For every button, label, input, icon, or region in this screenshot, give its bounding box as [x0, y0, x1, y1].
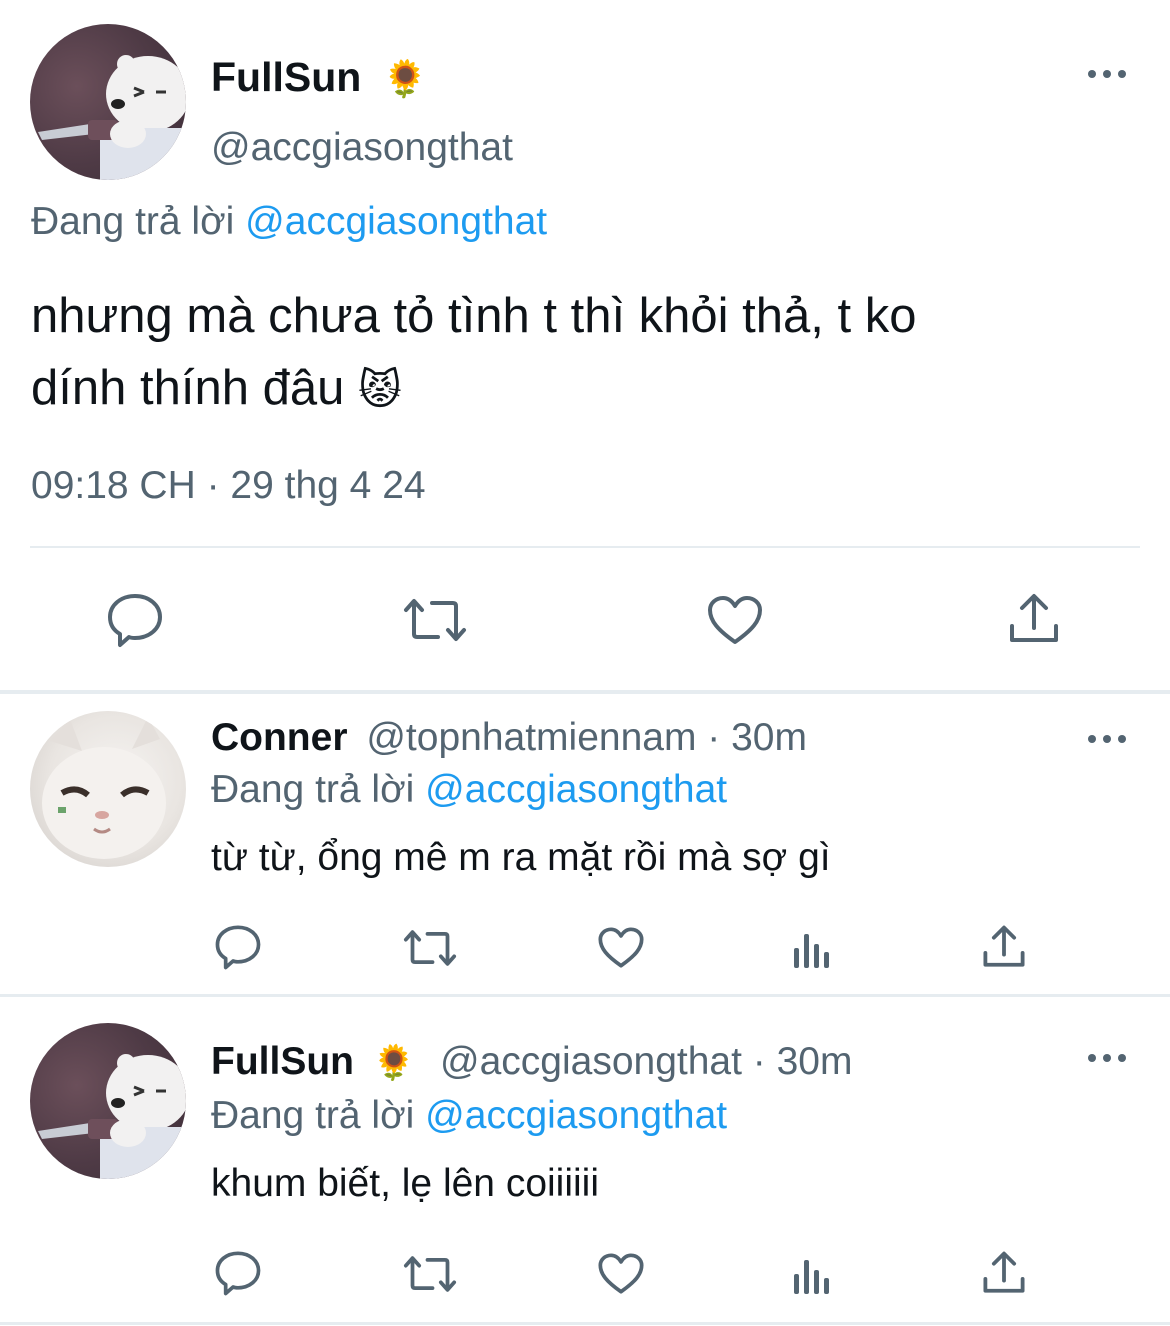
tweet-text: từ từ, ổng mê m ra mặt rồi mà sợ gì: [211, 836, 831, 879]
section-divider: [0, 690, 1170, 694]
handle-and-time[interactable]: @topnhatmiennam · 30m: [366, 716, 807, 759]
replying-to: Đang trả lời @accgiasongthat: [211, 768, 728, 811]
reply-header: FullSun 🌻 @accgiasongthat · 30m: [211, 1040, 853, 1084]
pouting-cat-emoji: 😾: [357, 366, 402, 413]
handle-and-time[interactable]: @accgiasongthat · 30m: [440, 1040, 852, 1083]
sunflower-emoji: 🌻: [372, 1044, 416, 1082]
retweet-icon[interactable]: [402, 596, 468, 644]
analytics-icon[interactable]: [792, 928, 832, 970]
reply-header: Conner @topnhatmiennam · 30m: [211, 716, 807, 760]
like-icon[interactable]: [706, 594, 764, 646]
like-icon[interactable]: [597, 1252, 645, 1295]
share-icon[interactable]: [1008, 592, 1060, 646]
reply-icon[interactable]: [106, 592, 164, 648]
avatar[interactable]: [30, 711, 186, 867]
display-name[interactable]: FullSun 🌻: [211, 54, 428, 101]
replying-to: Đang trả lời @accgiasongthat: [31, 200, 548, 243]
replying-to: Đang trả lời @accgiasongthat: [211, 1094, 728, 1137]
timestamp[interactable]: 09:18 CH · 29 thg 4 24: [31, 464, 426, 508]
tweet-text: khum biết, lẹ lên coiiiiii: [211, 1162, 600, 1205]
replying-to-link[interactable]: @accgiasongthat: [245, 200, 547, 243]
avatar[interactable]: [30, 1023, 186, 1179]
share-icon[interactable]: [982, 924, 1026, 970]
section-divider: [0, 994, 1170, 997]
handle[interactable]: @accgiasongthat: [211, 126, 513, 170]
display-name[interactable]: FullSun: [211, 1040, 354, 1083]
retweet-icon[interactable]: [402, 1254, 458, 1294]
analytics-icon[interactable]: [792, 1254, 832, 1296]
display-name[interactable]: Conner: [211, 716, 348, 759]
retweet-icon[interactable]: [402, 928, 458, 968]
more-options-icon[interactable]: [1088, 733, 1128, 745]
more-options-icon[interactable]: [1088, 1052, 1128, 1064]
divider: [30, 546, 1140, 548]
more-options-icon[interactable]: [1088, 68, 1128, 80]
like-icon[interactable]: [597, 926, 645, 969]
replying-to-link[interactable]: @accgiasongthat: [425, 768, 727, 811]
tweet-text: nhưng mà chưa tỏ tình t thì khỏi thả, t …: [31, 289, 917, 415]
avatar[interactable]: [30, 24, 186, 180]
reply-icon[interactable]: [214, 924, 262, 970]
sunflower-emoji: 🌻: [382, 58, 428, 99]
reply-icon[interactable]: [214, 1250, 262, 1296]
replying-to-link[interactable]: @accgiasongthat: [425, 1094, 727, 1137]
section-divider: [0, 1322, 1170, 1325]
share-icon[interactable]: [982, 1250, 1026, 1296]
